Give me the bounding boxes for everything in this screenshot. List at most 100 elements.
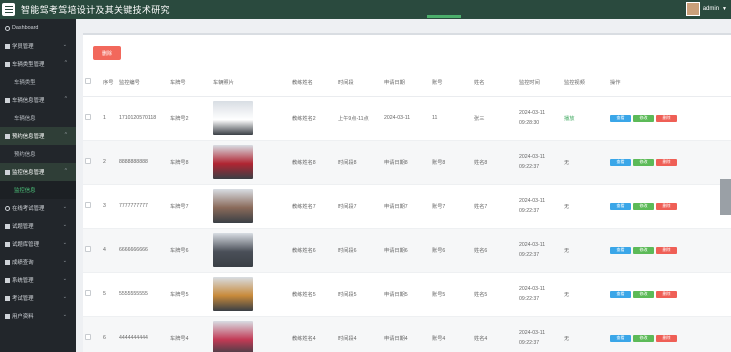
delete-button[interactable]: 删除 xyxy=(656,114,677,122)
sidebar-item-8[interactable]: 监控信息管理 ^ xyxy=(0,163,76,181)
view-button[interactable]: 查看 xyxy=(610,290,631,298)
delete-button[interactable]: 删除 xyxy=(656,334,677,342)
avatar[interactable] xyxy=(685,2,700,16)
user-menu[interactable]: admin ▼ xyxy=(685,2,727,16)
sidebar-item-label: 车辆信息 xyxy=(14,116,36,122)
chevron-down-icon[interactable]: ⌄ xyxy=(63,204,67,210)
chevron-down-icon[interactable]: ⌄ xyxy=(63,312,67,318)
grid-icon xyxy=(5,169,10,175)
cell-date: 2024-03-11 xyxy=(382,96,430,141)
col-header-photo[interactable]: 车辆照片 xyxy=(211,69,290,97)
sidebar-item-6[interactable]: 预约信息管理 ^ xyxy=(0,127,76,145)
col-header-time[interactable]: 监控时间 xyxy=(517,69,562,97)
sidebar-item-9[interactable]: 监控信息 xyxy=(0,181,76,199)
cell-video[interactable]: 播放 xyxy=(562,96,608,141)
car-photo[interactable] xyxy=(213,101,253,135)
chevron-up-icon[interactable]: ^ xyxy=(65,96,67,102)
chevron-down-icon[interactable]: ⌄ xyxy=(63,276,67,282)
row-checkbox[interactable] xyxy=(85,290,91,296)
view-button[interactable]: 查看 xyxy=(610,202,631,210)
chevron-up-icon[interactable]: ^ xyxy=(65,168,67,174)
cell-video: 无 xyxy=(562,140,608,185)
row-select-cell xyxy=(83,140,101,185)
col-header-period[interactable]: 时间段 xyxy=(336,69,382,97)
select-all-checkbox[interactable] xyxy=(85,78,91,85)
batch-delete-button[interactable]: 删除 xyxy=(93,46,121,60)
row-checkbox[interactable] xyxy=(85,334,91,340)
sidebar-item-3[interactable]: 车辆类型 xyxy=(0,73,76,91)
row-checkbox[interactable] xyxy=(85,158,91,164)
cell-time: 2024-03-11 09:28:30 xyxy=(517,96,562,141)
edit-button[interactable]: 修改 xyxy=(633,334,654,342)
row-checkbox[interactable] xyxy=(85,114,91,120)
sidebar-item-label: 监控信息管理 xyxy=(12,170,45,176)
col-header-plate[interactable]: 车牌号 xyxy=(168,69,211,97)
edit-button[interactable]: 修改 xyxy=(633,290,654,298)
cell-video: 无 xyxy=(562,272,608,317)
row-checkbox[interactable] xyxy=(85,202,91,208)
cell-code: 4444444444 xyxy=(117,316,168,352)
edit-button[interactable]: 修改 xyxy=(633,202,654,210)
car-photo[interactable] xyxy=(213,145,253,179)
scrollbar-thumb[interactable] xyxy=(720,179,731,215)
cell-time: 2024-03-11 09:22:37 xyxy=(517,316,562,352)
delete-button[interactable]: 删除 xyxy=(656,202,677,210)
cell-name: 姓名8 xyxy=(472,140,517,185)
chevron-down-icon[interactable]: ⌄ xyxy=(63,258,67,264)
sidebar-item-13[interactable]: 成绩查询 ⌄ xyxy=(0,253,76,271)
cell-actions: 查看 修改 删除 xyxy=(608,316,731,352)
chevron-down-icon[interactable]: ⌄ xyxy=(63,240,67,246)
chevron-down-icon[interactable]: ▼ xyxy=(722,6,727,12)
row-checkbox[interactable] xyxy=(85,246,91,252)
menu-toggle-icon[interactable] xyxy=(2,3,15,16)
car-photo[interactable] xyxy=(213,233,253,267)
cell-photo xyxy=(211,316,290,352)
cell-photo xyxy=(211,272,290,317)
col-header-video[interactable]: 监控视频 xyxy=(562,69,608,97)
car-photo[interactable] xyxy=(213,189,253,223)
edit-button[interactable]: 修改 xyxy=(633,158,654,166)
sidebar-item-16[interactable]: 用户资料 ⌄ xyxy=(0,307,76,325)
sidebar-item-11[interactable]: 试题管理 ⌄ xyxy=(0,217,76,235)
home-icon xyxy=(5,25,10,31)
sidebar-item-12[interactable]: 试题库管理 ⌄ xyxy=(0,235,76,253)
edit-button[interactable]: 修改 xyxy=(633,246,654,254)
delete-button[interactable]: 删除 xyxy=(656,246,677,254)
view-button[interactable]: 查看 xyxy=(610,334,631,342)
cell-code: 5555555555 xyxy=(117,272,168,317)
select-all-cell xyxy=(83,69,101,97)
edit-button[interactable]: 修改 xyxy=(633,114,654,122)
car-photo[interactable] xyxy=(213,321,253,352)
chevron-up-icon[interactable]: ^ xyxy=(65,60,67,66)
sidebar-item-10[interactable]: 在线考试管理 ⌄ xyxy=(0,199,76,217)
col-header-code[interactable]: 监控编号 xyxy=(117,69,168,97)
col-header-account[interactable]: 账号 xyxy=(430,69,472,97)
user-name[interactable]: admin xyxy=(703,6,719,12)
table-row: 5 5555555555 车牌号5 教练姓名5 时间段5 申请日期5 账号5 姓名5 2024-… xyxy=(83,272,731,317)
sidebar-item-1[interactable]: 学员管理 ⌄ xyxy=(0,37,76,55)
sidebar-item-7[interactable]: 预约信息 xyxy=(0,145,76,163)
sidebar-item-15[interactable]: 考试管理 ⌄ xyxy=(0,289,76,307)
sidebar-item-label: 在线考试管理 xyxy=(12,206,45,212)
active-tab-indicator[interactable] xyxy=(427,15,461,18)
sidebar-item-4[interactable]: 车辆信息管理 ^ xyxy=(0,91,76,109)
car-photo[interactable] xyxy=(213,277,253,311)
delete-button[interactable]: 删除 xyxy=(656,158,677,166)
col-header-coach[interactable]: 教练姓名 xyxy=(290,69,336,97)
col-header-name[interactable]: 姓名 xyxy=(472,69,517,97)
cell-plate: 车牌号8 xyxy=(168,140,211,185)
view-button[interactable]: 查看 xyxy=(610,246,631,254)
sidebar-item-2[interactable]: 车辆类型管理 ^ xyxy=(0,55,76,73)
sidebar-item-14[interactable]: 系统管理 ⌄ xyxy=(0,271,76,289)
chevron-up-icon[interactable]: ^ xyxy=(65,132,67,138)
cell-period: 时间段8 xyxy=(336,140,382,185)
sidebar-item-0[interactable]: Dashboard xyxy=(0,19,76,37)
view-button[interactable]: 查看 xyxy=(610,158,631,166)
chevron-down-icon[interactable]: ⌄ xyxy=(63,294,67,300)
col-header-date[interactable]: 申请日期 xyxy=(382,69,430,97)
chevron-down-icon[interactable]: ⌄ xyxy=(63,42,67,48)
chevron-down-icon[interactable]: ⌄ xyxy=(63,222,67,228)
view-button[interactable]: 查看 xyxy=(610,114,631,122)
sidebar-item-5[interactable]: 车辆信息 xyxy=(0,109,76,127)
delete-button[interactable]: 删除 xyxy=(656,290,677,298)
